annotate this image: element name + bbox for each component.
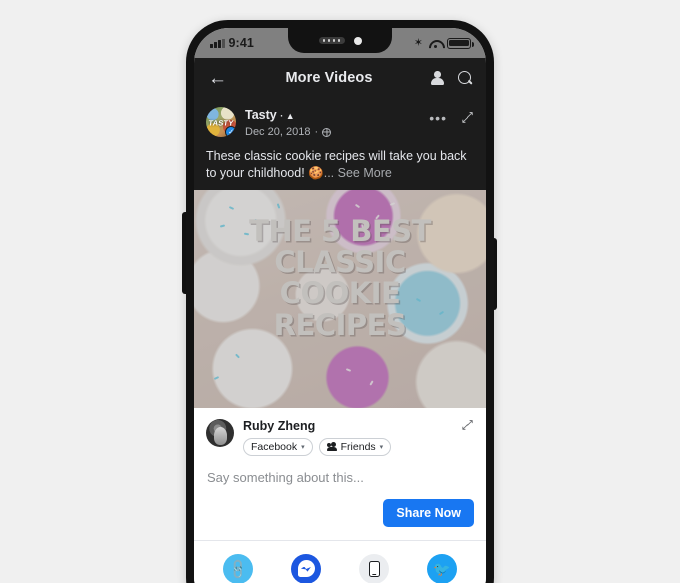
video-title-line-2: CLASSIC [274,245,406,280]
share-option-pills: Facebook ▾ Friends ▾ [243,437,392,456]
person-icon[interactable] [431,71,444,85]
composer-placeholder[interactable]: Say something about this... [194,456,486,485]
audience-label: Friends [340,440,376,453]
screenshot-stage: 9:41 ✶ ← More Videos TASTY ✓ Tasty · ▲ D… [0,0,680,583]
globe-icon [322,127,332,137]
author-name-text: Tasty [245,108,277,122]
share-target-messenger[interactable]: Messenger [272,553,340,583]
post-menu-button[interactable]: ••• [429,111,447,125]
video-title-line-4: RECIPES [273,307,407,342]
post-subline: Dec 20, 2018 · [245,125,429,140]
post-actions: ••• ↗ ↙ [429,107,474,125]
status-bar-left: 9:41 [210,36,254,50]
author-suffix: · ▲ [280,111,295,121]
video-title-line-3: COOKIE [279,276,401,311]
share-sheet-header: Ruby Zheng Facebook ▾ Friends ▾ ↗ ↙ [194,408,486,456]
post-author-name[interactable]: Tasty · ▲ [245,108,429,124]
post-date: Dec 20, 2018 [245,125,311,138]
link-icon: 🔗 [223,553,253,583]
search-icon[interactable] [458,71,472,85]
share-target-text-message[interactable]: Text Message [340,553,408,583]
share-target-copy-link[interactable]: 🔗 Copy Link [204,553,272,583]
status-bar: 9:41 ✶ [194,28,486,58]
twitter-icon: 🐦 [427,553,457,583]
avatar-tasty[interactable]: TASTY ✓ [206,107,236,137]
earpiece-speaker [318,37,345,44]
chevron-down-icon: ▾ [379,443,384,451]
status-bar-right: ✶ [413,36,474,49]
share-now-button[interactable]: Share Now [383,498,474,527]
front-camera [353,36,362,45]
avatar[interactable] [206,418,234,447]
phone-frame: 9:41 ✶ ← More Videos TASTY ✓ Tasty · ▲ D… [186,20,494,583]
wifi-icon [429,39,441,48]
navbar-actions [431,71,472,85]
status-bar-time: 9:41 [228,36,254,50]
friends-icon [326,442,337,452]
expand-diagonal-icon[interactable]: ↗ ↙ [461,418,474,432]
phone-screen: 9:41 ✶ ← More Videos TASTY ✓ Tasty · ▲ D… [194,28,486,583]
bluetooth-icon: ✶ [413,36,423,49]
post-date-separator: · [314,125,319,138]
page-title: More Videos [285,70,373,86]
phone-notch [288,28,392,53]
app-navigation-bar: ← More Videos [194,58,486,98]
expand-diagonal-icon[interactable]: ↗ ↙ [461,110,474,125]
video-title-overlay: THE 5 BEST CLASSIC COOKIE RECIPES [194,213,486,342]
video-title-line-1: THE 5 BEST [249,213,431,248]
audience-dropdown[interactable]: Friends ▾ [318,437,392,456]
destination-dropdown[interactable]: Facebook ▾ [243,437,313,456]
battery-full-icon [447,37,474,49]
phone-icon [359,553,389,583]
verified-badge-icon: ✓ [225,126,236,137]
destination-label: Facebook [251,440,298,453]
share-identity: Ruby Zheng Facebook ▾ Friends ▾ [243,418,392,456]
share-targets-row: 🔗 Copy Link Messenger Te [194,541,486,583]
share-sheet: Ruby Zheng Facebook ▾ Friends ▾ ↗ ↙ Say … [194,407,486,583]
share-target-twitter[interactable]: 🐦 Twitter [408,553,476,583]
chevron-down-icon: ▾ [301,443,305,451]
cellular-signal-icon [210,38,225,48]
messenger-icon [291,553,321,583]
post-author-row: TASTY ✓ Tasty · ▲ Dec 20, 2018 · ••• ↗ ↙ [206,107,474,140]
post-header: TASTY ✓ Tasty · ▲ Dec 20, 2018 · ••• ↗ ↙… [194,98,486,190]
share-user-name: Ruby Zheng [243,418,316,433]
back-button[interactable]: ← [208,69,227,88]
post-meta: Tasty · ▲ Dec 20, 2018 · [245,107,429,140]
video-thumbnail[interactable]: THE 5 BEST CLASSIC COOKIE RECIPES [194,189,486,408]
see-more-link[interactable]: ... See More [324,166,392,180]
share-button-row: Share Now [194,485,486,541]
post-caption: These classic cookie recipes will take y… [206,148,474,182]
